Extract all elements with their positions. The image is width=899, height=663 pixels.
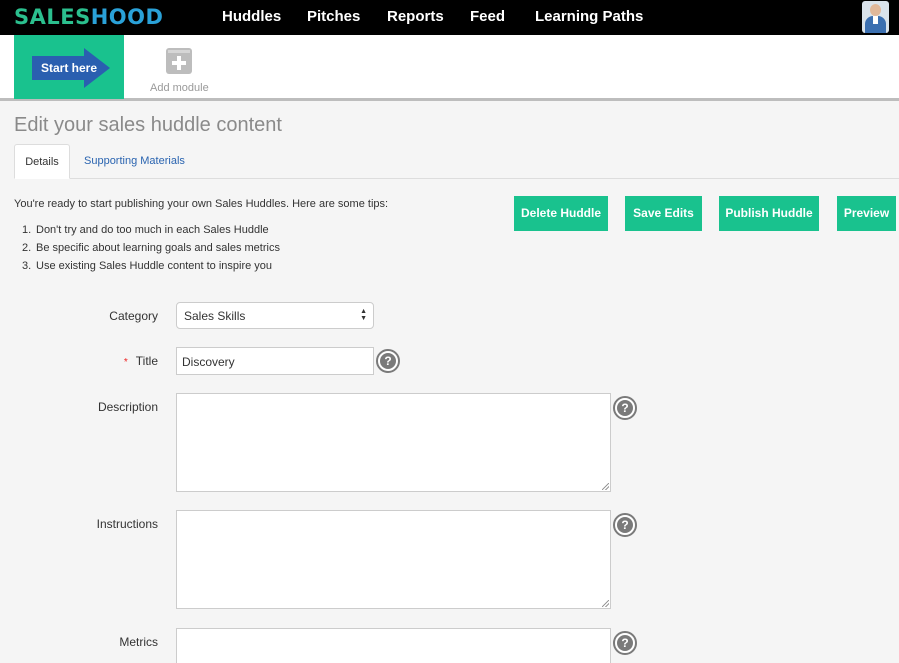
preview-button[interactable]: Preview [837,196,896,231]
tab-details[interactable]: Details [14,144,70,179]
avatar-head [870,4,881,16]
nav-reports[interactable]: Reports [387,8,444,25]
plus-box-icon [166,48,192,74]
start-here-module[interactable]: Start here [14,35,124,99]
tab-supporting-materials[interactable]: Supporting Materials [84,144,185,179]
category-selected-value: Sales Skills [184,309,246,323]
tip-number: 1. [22,224,32,236]
help-glyph: ? [617,517,633,533]
question-circle-icon[interactable]: ? [613,513,637,537]
avatar-collar [873,16,878,24]
nav-pitches[interactable]: Pitches [307,8,360,25]
select-arrows-icon: ▲ ▼ [360,308,367,322]
nav-huddles[interactable]: Huddles [222,8,281,25]
tips-list: 1. Don't try and do too much in each Sale… [22,224,280,278]
tip-text: Be specific about learning goals and sal… [36,242,280,254]
help-glyph: ? [617,400,633,416]
description-textarea[interactable] [176,393,611,492]
category-label: Category [109,309,158,323]
publish-huddle-button[interactable]: Publish Huddle [719,196,819,231]
required-mark: * [123,357,128,368]
tip-item: 3. Use existing Sales Huddle content to i… [22,260,280,278]
add-module-label: Add module [150,82,209,94]
resize-grip-icon[interactable] [602,600,609,607]
question-circle-icon[interactable]: ? [376,349,400,373]
title-label: * Title [80,354,158,368]
logo-sales: SALES [14,5,91,29]
tip-item: 1. Don't try and do too much in each Sale… [22,224,280,242]
delete-huddle-button[interactable]: Delete Huddle [514,196,608,231]
user-avatar[interactable] [862,1,889,33]
title-input[interactable]: Discovery [176,347,374,375]
page-title: Edit your sales huddle content [14,114,282,136]
instructions-textarea[interactable] [176,510,611,609]
logo-hood: HOOD [90,5,164,29]
top-nav: SALESHOOD Huddles Pitches Reports Feed L… [0,0,899,35]
help-glyph: ? [380,353,396,369]
nav-learning-paths[interactable]: Learning Paths [535,8,643,25]
add-module-button[interactable]: Add module [145,45,211,97]
resize-grip-icon[interactable] [602,483,609,490]
help-glyph: ? [617,635,633,651]
intro-text: You're ready to start publishing your ow… [14,198,389,210]
save-edits-button[interactable]: Save Edits [625,196,702,231]
question-circle-icon[interactable]: ? [613,631,637,655]
nav-feed[interactable]: Feed [470,8,505,25]
tip-item: 2. Be specific about learning goals and s… [22,242,280,260]
question-circle-icon[interactable]: ? [613,396,637,420]
metrics-label: Metrics [119,635,158,649]
module-bar: Start here Add module [0,35,899,101]
start-here-label: Start here [41,61,98,75]
tip-number: 2. [22,242,32,254]
instructions-label: Instructions [96,517,158,531]
title-label-text: Title [135,354,158,368]
tip-number: 3. [22,260,32,272]
description-label: Description [97,400,158,414]
metrics-textarea[interactable] [176,628,611,663]
category-select[interactable]: Sales Skills ▲ ▼ [176,302,374,329]
tip-text: Use existing Sales Huddle content to ins… [36,260,273,272]
tip-text: Don't try and do too much in each Sales … [36,224,269,236]
saleshood-logo[interactable]: SALESHOOD [14,5,163,29]
